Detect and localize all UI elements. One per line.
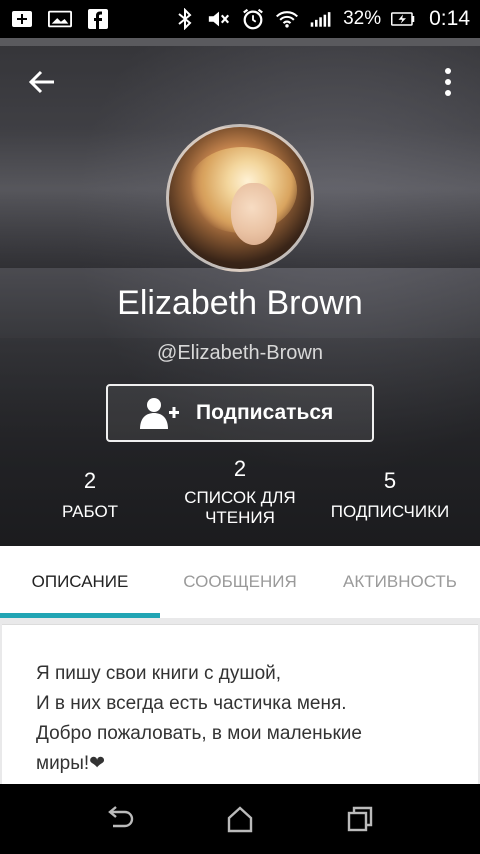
- menu-dot-icon: [445, 90, 451, 96]
- overflow-menu-button[interactable]: [442, 66, 454, 98]
- recent-apps-icon: [347, 806, 373, 832]
- alarm-icon: [241, 8, 265, 30]
- add-user-icon: [130, 386, 190, 440]
- follow-button-label: Подписаться: [196, 401, 334, 424]
- avatar[interactable]: [166, 124, 314, 272]
- home-icon: [227, 806, 253, 833]
- stat-label: РАБОТ: [61, 502, 119, 521]
- facebook-icon: [86, 8, 110, 30]
- stat-label: СПИСОК ДЛЯ ЧТЕНИЯ: [184, 488, 296, 527]
- tab-label: СООБЩЕНИЯ: [183, 572, 297, 591]
- stat-reading-lists[interactable]: 2 СПИСОК ДЛЯ ЧТЕНИЯ: [160, 456, 320, 528]
- mute-icon: [207, 8, 231, 30]
- avatar-face: [231, 183, 277, 245]
- profile-name: Elizabeth Brown: [117, 284, 363, 322]
- tab-description[interactable]: ОПИСАНИЕ: [0, 546, 160, 618]
- profile-header: Elizabeth Brown @Elizabeth-Brown Подписа…: [0, 38, 480, 546]
- stat-value: 2: [233, 456, 247, 481]
- status-bar: 32% 0:14: [0, 0, 480, 38]
- system-nav-bar: [0, 784, 480, 854]
- tab-activity[interactable]: АКТИВНОСТЬ: [320, 546, 480, 618]
- back-arrow-icon: [28, 70, 54, 94]
- description-line: И в них всегда есть частичка меня.: [36, 693, 347, 714]
- description-card: Я пишу свои книги с душой, И в них всегд…: [2, 624, 478, 784]
- stat-value: 5: [383, 468, 397, 493]
- tab-label: ОПИСАНИЕ: [31, 572, 129, 591]
- wifi-icon: [275, 8, 299, 30]
- clock: 0:14: [429, 7, 470, 30]
- description-line: миры!❤: [36, 753, 106, 774]
- stat-followers[interactable]: 5 ПОДПИСЧИКИ: [320, 468, 460, 522]
- back-button[interactable]: [26, 66, 58, 98]
- profile-handle: @Elizabeth-Brown: [157, 342, 323, 364]
- profile-tabs: ОПИСАНИЕ СООБЩЕНИЯ АКТИВНОСТЬ: [0, 546, 480, 618]
- add-icon: [10, 8, 34, 30]
- signal-icon: [309, 8, 333, 30]
- menu-dot-icon: [445, 79, 451, 85]
- nav-recents-button[interactable]: [340, 802, 380, 836]
- stat-value: 2: [83, 468, 97, 493]
- description-line: Я пишу свои книги с душой,: [36, 663, 282, 684]
- stat-works[interactable]: 2 РАБОТ: [30, 468, 150, 522]
- profile-stats: 2 РАБОТ 2 СПИСОК ДЛЯ ЧТЕНИЯ 5 ПОДПИСЧИКИ: [0, 456, 480, 546]
- battery-percent: 32%: [343, 8, 382, 29]
- stat-label: ПОДПИСЧИКИ: [330, 502, 450, 521]
- tab-messages[interactable]: СООБЩЕНИЯ: [160, 546, 320, 618]
- battery-icon: [391, 8, 415, 30]
- menu-dot-icon: [445, 68, 451, 74]
- nav-home-button[interactable]: [220, 802, 260, 836]
- nav-back-button[interactable]: [100, 802, 140, 836]
- back-icon: [108, 806, 134, 828]
- follow-button[interactable]: Подписаться: [106, 384, 374, 442]
- image-icon: [48, 8, 72, 30]
- tab-label: АКТИВНОСТЬ: [343, 572, 457, 591]
- description-line: Добро пожаловать, в мои маленькие: [36, 723, 362, 744]
- bluetooth-icon: [173, 8, 197, 30]
